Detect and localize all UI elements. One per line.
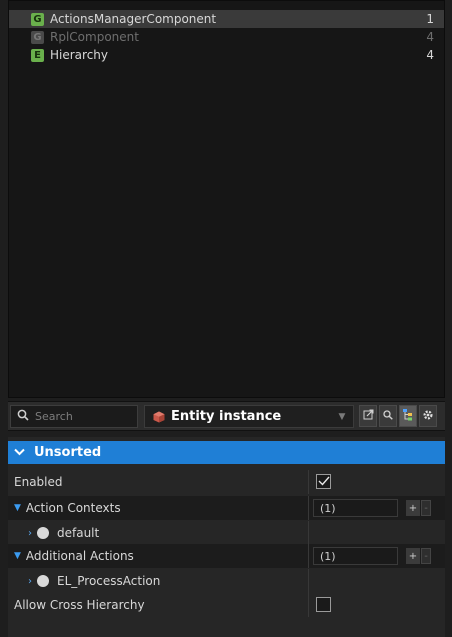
property-label-wrap: › default (28, 521, 99, 545)
expand-down-icon[interactable]: ▼ (14, 503, 21, 513)
settings-button[interactable] (419, 405, 437, 427)
column-divider (308, 470, 309, 494)
property-label: Action Contexts (25, 501, 121, 515)
entity-badge-icon: E (31, 48, 44, 62)
find-button[interactable] (379, 405, 397, 427)
gear-icon (422, 409, 434, 424)
hierarchy-toggle-button[interactable] (399, 405, 417, 427)
property-row-default[interactable]: › default (8, 521, 445, 545)
component-list-panel: G ActionsManagerComponent 1 G RplCompone… (8, 0, 445, 398)
column-divider (308, 496, 309, 520)
property-label: Enabled (14, 475, 63, 489)
enabled-checkbox[interactable] (316, 474, 331, 489)
list-item-label: RplComponent (50, 30, 139, 44)
open-external-icon (363, 409, 374, 423)
list-item-label: Hierarchy (50, 48, 109, 62)
chevron-down-icon (14, 446, 28, 459)
find-icon (383, 409, 393, 423)
property-label-wrap: ▼ Action Contexts (14, 496, 121, 520)
component-badge-icon: G (31, 30, 44, 44)
list-item-count: 4 (426, 48, 434, 62)
column-divider (308, 569, 309, 593)
property-row-additional-actions[interactable]: ▼ Additional Actions (1) + - (8, 544, 445, 568)
array-count-field: (1) (313, 547, 398, 565)
expand-arrow-icon[interactable]: › (28, 528, 32, 539)
check-icon (318, 475, 330, 489)
list-item-hierarchy[interactable]: E Hierarchy 4 (9, 46, 444, 64)
property-label: Additional Actions (25, 549, 134, 563)
circle-icon (37, 527, 49, 539)
property-row-el-process-action[interactable]: › EL_ProcessAction (8, 569, 445, 593)
search-input[interactable] (35, 410, 125, 423)
list-item-count: 1 (426, 12, 434, 26)
expand-down-icon[interactable]: ▼ (14, 551, 21, 561)
property-row-enabled: Enabled (8, 470, 445, 494)
section-title: Unsorted (34, 445, 102, 460)
entity-cube-icon (153, 411, 165, 423)
search-icon (17, 409, 29, 424)
section-header-unsorted[interactable]: Unsorted (8, 441, 445, 464)
expand-arrow-icon[interactable]: › (28, 576, 32, 587)
remove-item-button[interactable]: - (421, 548, 431, 564)
property-label: Allow Cross Hierarchy (14, 598, 145, 612)
entity-type-dropdown[interactable]: Entity instance ▼ (144, 405, 354, 428)
array-count-field: (1) (313, 499, 398, 517)
list-row-partial (9, 1, 444, 3)
allow-cross-hierarchy-checkbox[interactable] (316, 597, 331, 612)
column-divider (308, 521, 309, 545)
component-badge-icon: G (31, 12, 44, 26)
inspector-toolbar: Entity instance ▼ (8, 401, 445, 431)
open-external-button[interactable] (359, 405, 377, 427)
hierarchy-icon (402, 408, 414, 424)
list-item-actions-manager[interactable]: G ActionsManagerComponent 1 (9, 10, 444, 28)
search-box[interactable] (10, 405, 138, 428)
circle-icon (37, 575, 49, 587)
remove-item-button[interactable]: - (421, 500, 431, 516)
entity-type-label: Entity instance (171, 409, 282, 424)
column-divider (308, 593, 309, 617)
property-row-allow-cross-hierarchy: Allow Cross Hierarchy (8, 593, 445, 617)
column-divider (308, 544, 309, 568)
dropdown-arrow-icon: ▼ (338, 411, 346, 422)
property-label-wrap: ▼ Additional Actions (14, 544, 134, 568)
property-label: EL_ProcessAction (57, 574, 161, 588)
add-item-button[interactable]: + (406, 500, 420, 516)
property-row-action-contexts[interactable]: ▼ Action Contexts (1) + - (8, 496, 445, 520)
list-item-label: ActionsManagerComponent (50, 12, 217, 26)
add-item-button[interactable]: + (406, 548, 420, 564)
property-label-wrap: › EL_ProcessAction (28, 569, 160, 593)
properties-panel: Unsorted Enabled ▼ Action Contexts (1) +… (8, 437, 445, 637)
list-item-count: 4 (426, 30, 434, 44)
property-label: default (57, 526, 100, 540)
list-item-rpl-component[interactable]: G RplComponent 4 (9, 28, 444, 46)
